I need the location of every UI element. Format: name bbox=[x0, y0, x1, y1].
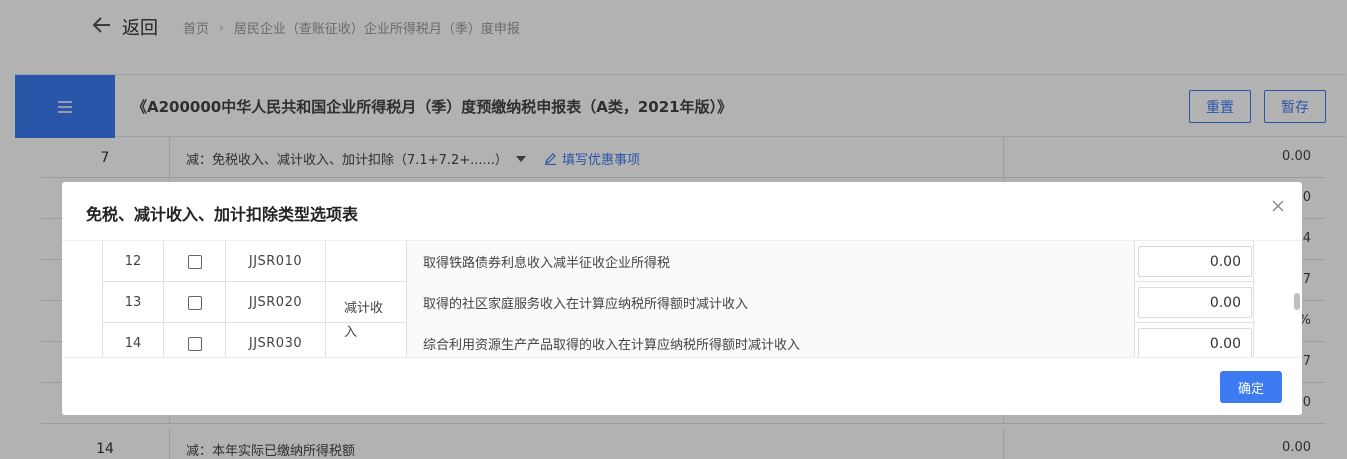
table-row: 14 JJSR030 综合利用资源生产产品取得的收入在计算应纳税所得额时减计收入… bbox=[103, 323, 1255, 357]
amount-cell: 0.00 bbox=[1135, 241, 1255, 282]
row-number: 12 bbox=[103, 241, 164, 282]
table-row: 12 JJSR010 取得铁路债券利息收入减半征收企业所得税 0.00 bbox=[103, 241, 1255, 282]
scrollbar[interactable] bbox=[1292, 241, 1302, 357]
row-checkbox[interactable] bbox=[187, 254, 202, 269]
amount-input[interactable]: 0.00 bbox=[1138, 287, 1252, 318]
row-number: 14 bbox=[103, 323, 164, 357]
dialog-title: 免税、减计收入、加计扣除类型选项表 bbox=[86, 205, 359, 224]
row-code: JJSR010 bbox=[226, 241, 326, 282]
row-checkbox[interactable] bbox=[187, 336, 202, 351]
row-description: 取得铁路债券利息收入减半征收企业所得税 bbox=[407, 241, 1135, 282]
table-row: 13 JJSR020 取得的社区家庭服务收入在计算应纳税所得额时减计收入 0.0… bbox=[103, 282, 1255, 323]
checkbox-cell bbox=[164, 323, 226, 357]
checkbox-cell bbox=[164, 241, 226, 282]
options-table: 12 JJSR010 取得铁路债券利息收入减半征收企业所得税 0.00 13 J… bbox=[102, 241, 1255, 357]
amount-cell: 0.00 bbox=[1135, 323, 1255, 357]
dialog-body[interactable]: 12 JJSR010 取得铁路债券利息收入减半征收企业所得税 0.00 13 J… bbox=[62, 240, 1302, 358]
close-icon[interactable] bbox=[1268, 196, 1288, 216]
category-label: 减计收入 bbox=[344, 301, 384, 340]
amount-input[interactable]: 0.00 bbox=[1138, 328, 1252, 357]
row-code: JJSR030 bbox=[226, 323, 326, 357]
row-description: 综合利用资源生产产品取得的收入在计算应纳税所得额时减计收入 bbox=[407, 323, 1135, 357]
amount-input[interactable]: 0.00 bbox=[1138, 246, 1252, 277]
confirm-button[interactable]: 确定 bbox=[1220, 371, 1282, 403]
row-number: 13 bbox=[103, 282, 164, 323]
row-code: JJSR020 bbox=[226, 282, 326, 323]
row-checkbox[interactable] bbox=[187, 295, 202, 310]
selection-dialog: 免税、减计收入、加计扣除类型选项表 12 JJSR010 取得铁路债券利息收入减… bbox=[62, 182, 1302, 415]
row-description: 取得的社区家庭服务收入在计算应纳税所得额时减计收入 bbox=[407, 282, 1135, 323]
checkbox-cell bbox=[164, 282, 226, 323]
scrollbar-thumb[interactable] bbox=[1294, 293, 1300, 310]
amount-cell: 0.00 bbox=[1135, 282, 1255, 323]
category-cell: 减计收入 bbox=[326, 241, 407, 357]
